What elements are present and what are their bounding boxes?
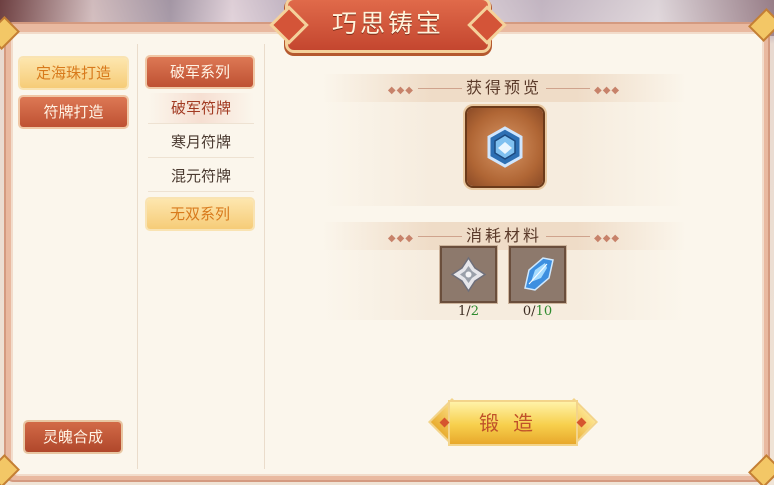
forge-button-label: 锻造 bbox=[479, 411, 547, 435]
preview-header: ◆◆◆ 获得预览 ◆◆◆ bbox=[322, 74, 686, 102]
material-slot[interactable] bbox=[511, 248, 564, 301]
preview-item-slot[interactable] bbox=[467, 108, 543, 186]
list-item-hanyue-talisman[interactable]: 寒月符牌 bbox=[148, 127, 254, 158]
column-divider bbox=[264, 44, 265, 469]
materials-area bbox=[322, 250, 686, 320]
tab-talisman-forge[interactable]: 符牌打造 bbox=[20, 97, 127, 127]
window-title: 巧思铸宝 bbox=[331, 9, 444, 38]
material-count: 0/10 bbox=[522, 304, 553, 319]
series-pojun-button[interactable]: 破军系列 bbox=[147, 57, 253, 87]
ornament-icon: ◆◆◆ bbox=[594, 85, 621, 96]
material-slot[interactable] bbox=[442, 248, 495, 301]
list-item-pojun-talisman[interactable]: 破军符牌 bbox=[148, 93, 254, 124]
soul-synthesis-button[interactable]: 灵魄合成 bbox=[25, 422, 121, 452]
tab-dinghaizhu-forge[interactable]: 定海珠打造 bbox=[20, 58, 127, 88]
ornament-icon: ◆◆◆ bbox=[594, 233, 621, 244]
silver-star-rune-icon bbox=[442, 248, 495, 301]
series-wushuang-button[interactable]: 无双系列 bbox=[147, 199, 253, 229]
blue-hexagon-rune-icon bbox=[487, 126, 523, 168]
blue-crystal-shard-icon bbox=[511, 248, 564, 301]
material-count: 1/2 bbox=[458, 304, 479, 319]
ornament-icon: ◆◆◆ bbox=[387, 233, 414, 244]
forge-button[interactable]: 锻造 bbox=[430, 400, 596, 446]
list-item-hunyuan-talisman[interactable]: 混元符牌 bbox=[148, 161, 254, 192]
materials-title: 消耗材料 bbox=[465, 226, 542, 245]
ornament-icon: ◆◆◆ bbox=[387, 85, 414, 96]
materials-header: ◆◆◆ 消耗材料 ◆◆◆ bbox=[322, 222, 686, 250]
column-divider bbox=[137, 44, 138, 469]
preview-title: 获得预览 bbox=[465, 78, 542, 97]
